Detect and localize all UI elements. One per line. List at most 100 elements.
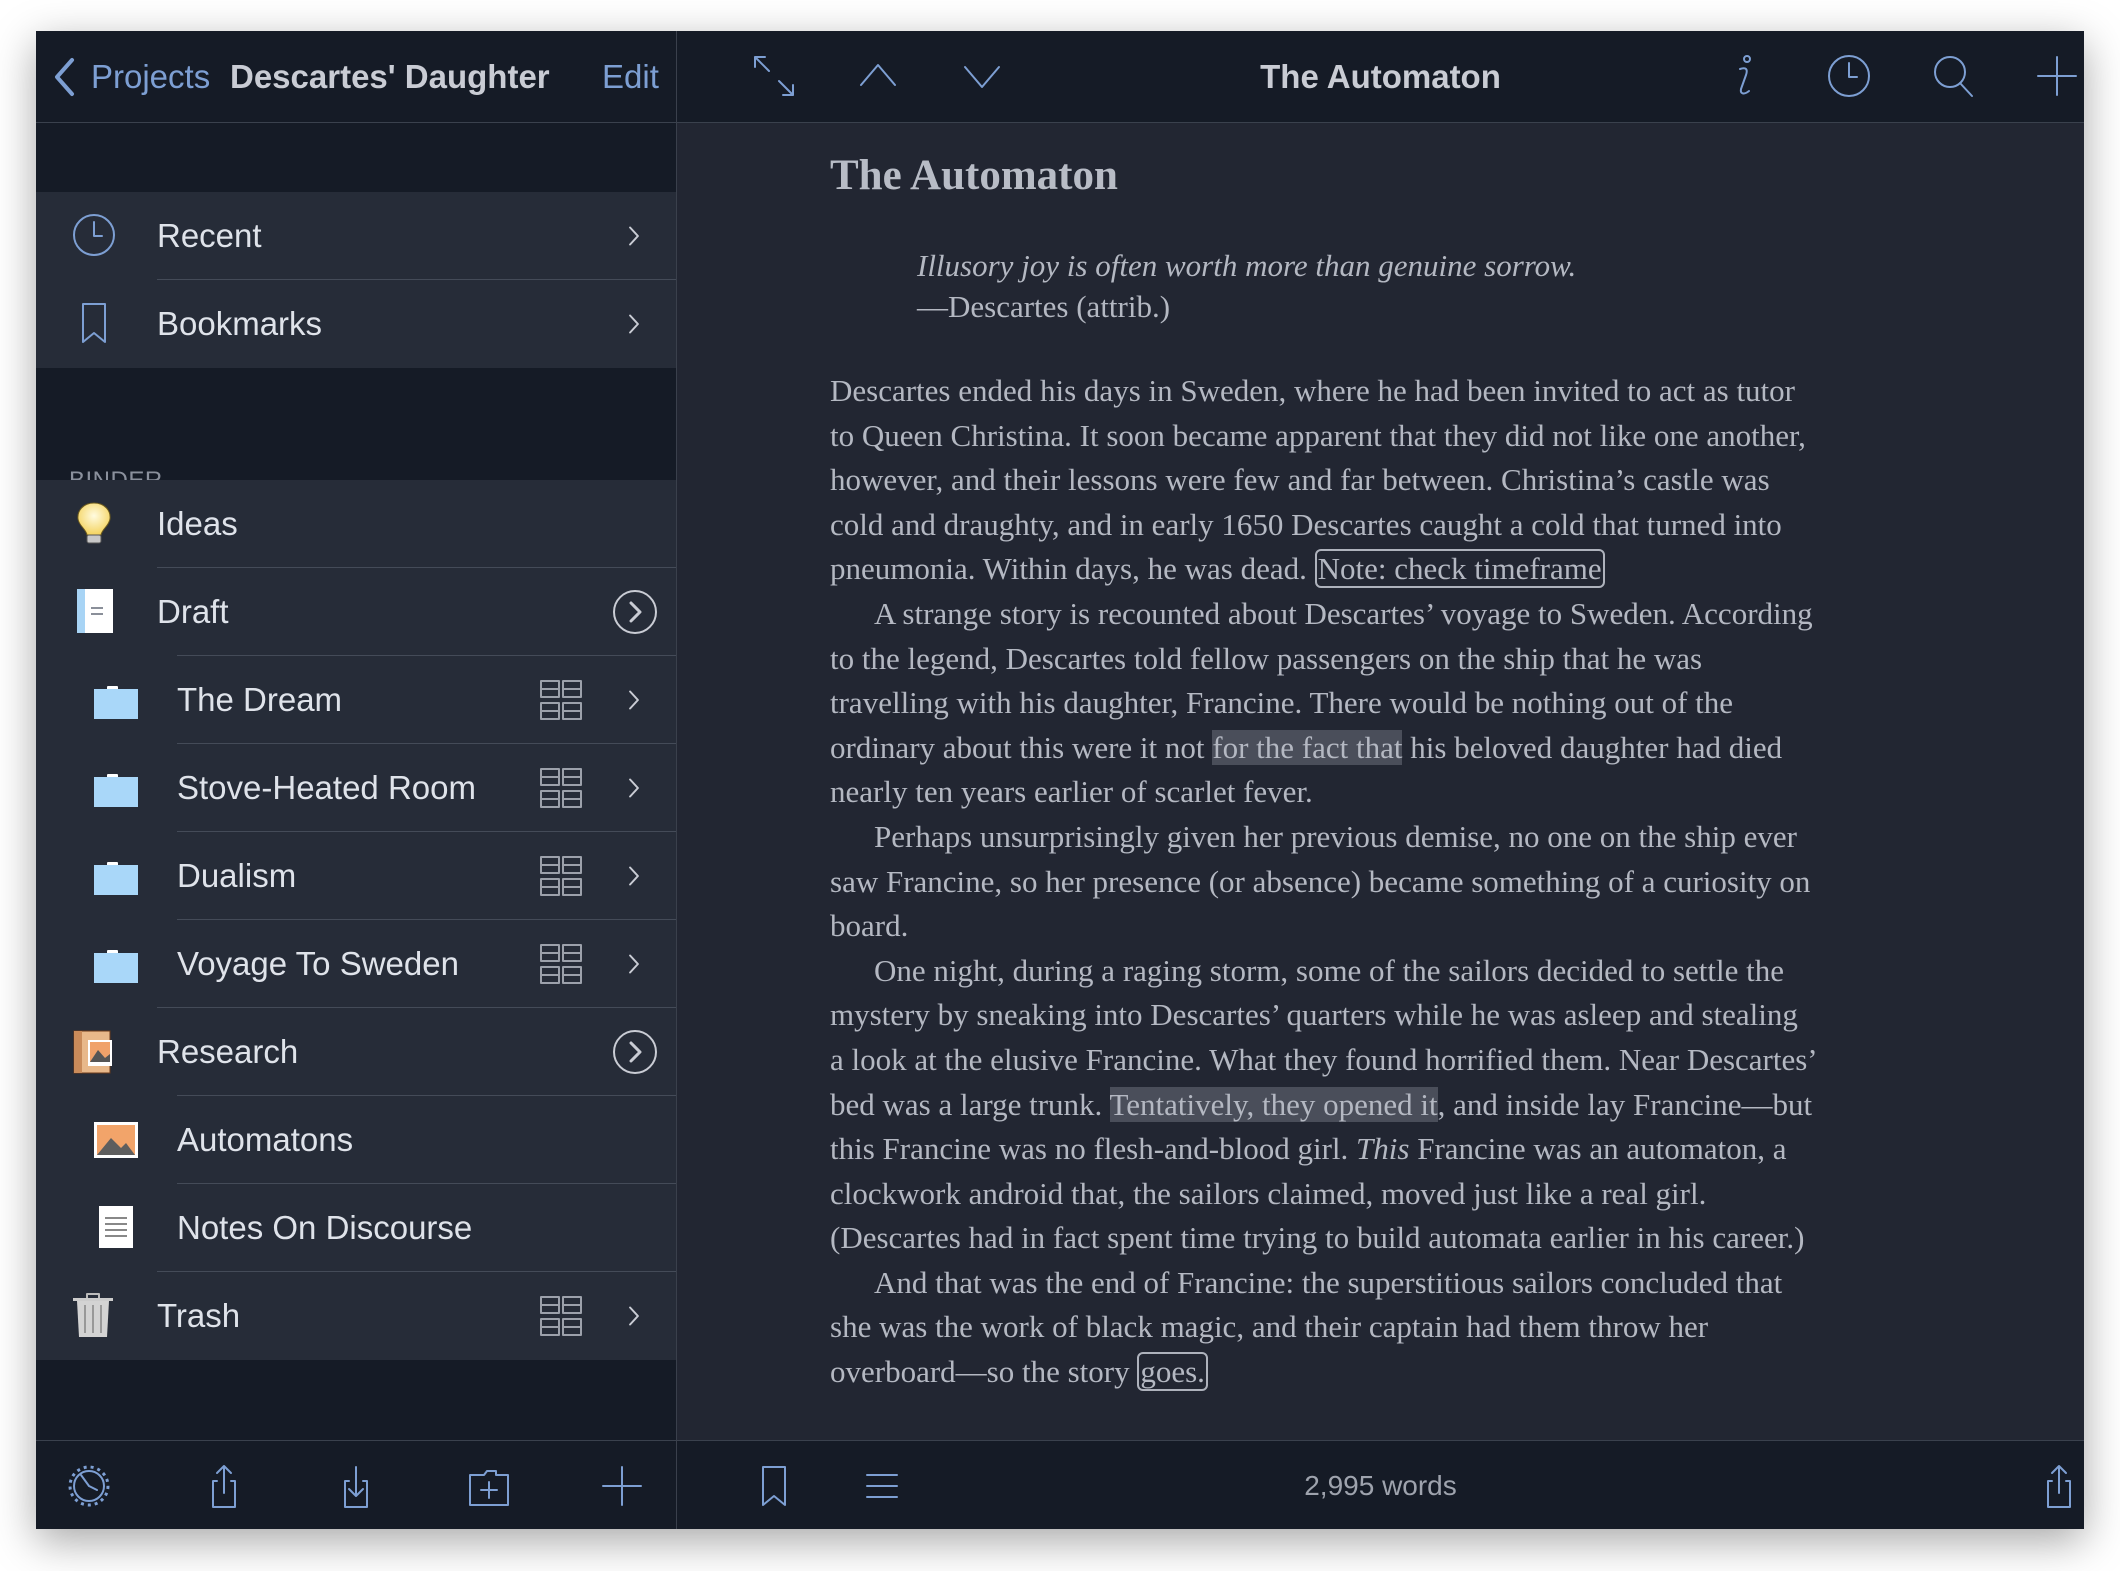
text-run: A strange story is recounted about Desca… (874, 595, 1813, 631)
sidebar-item-label: Draft (157, 593, 229, 630)
sidebar-item-the-dream[interactable]: The Dream (36, 656, 676, 744)
sidebar-item-recent[interactable]: Recent (36, 192, 676, 280)
grid-view-icon[interactable] (538, 853, 584, 899)
chevron-right-icon[interactable] (619, 941, 649, 987)
grid-view-icon[interactable] (538, 677, 584, 723)
sidebar-item-dualism[interactable]: Dualism (36, 832, 676, 920)
text-document-icon (92, 1204, 140, 1252)
chevron-down-icon[interactable] (959, 53, 1005, 99)
sidebar-item-voyage-to-sweden[interactable]: Voyage To Sweden (36, 920, 676, 1008)
text-line: however, and their lessons were few and … (830, 458, 1950, 503)
sidebar-item-label: The Dream (177, 681, 343, 718)
back-chevron-icon[interactable] (52, 57, 76, 97)
plus-icon[interactable] (2034, 53, 2080, 99)
chevron-up-icon[interactable] (855, 53, 901, 99)
share-icon[interactable] (2036, 1463, 2082, 1509)
edit-button[interactable]: Edit (602, 31, 659, 122)
expand-icon[interactable] (751, 53, 797, 99)
text-line: to the legend, Descartes told fellow pas… (830, 637, 1950, 682)
inline-note[interactable]: goes. (1137, 1352, 1208, 1392)
binder-sidebar: Projects Descartes' Daughter Edit Recent… (36, 31, 677, 1529)
chevron-right-icon[interactable] (619, 1293, 649, 1339)
grid-view-icon[interactable] (538, 941, 584, 987)
text-run: , and inside lay Francine—but (1437, 1086, 1813, 1122)
sidebar-item-label: Trash (157, 1297, 241, 1334)
chevron-right-icon[interactable] (619, 765, 649, 811)
document-editor[interactable]: The Automaton Illusory joy is often wort… (830, 151, 1950, 1395)
sidebar-item-label: Dualism (177, 857, 297, 894)
text-line: Perhaps unsurprisingly given her previou… (830, 815, 1950, 860)
text-line: saw Francine, so her presence (or absenc… (830, 860, 1950, 905)
share-icon[interactable] (201, 1463, 247, 1509)
bookmark-icon[interactable] (751, 1463, 797, 1509)
add-folder-icon[interactable] (466, 1463, 512, 1509)
bookmark-icon (71, 300, 119, 348)
folder-icon (92, 852, 140, 900)
folder-icon (92, 764, 140, 812)
chevron-right-icon[interactable] (619, 853, 649, 899)
editor-header: The Automaton (677, 31, 2084, 123)
import-icon[interactable] (333, 1463, 379, 1509)
text-run: his beloved daughter had died (1402, 729, 1783, 765)
text-line: a look at the elusive Francine. What the… (830, 1038, 1950, 1083)
clock-icon (71, 212, 119, 260)
text-run: to Queen Christina. It soon became appar… (830, 417, 1806, 453)
sidebar-item-trash[interactable]: Trash (36, 1272, 676, 1360)
epigraph-attribution: —Descartes (attrib.) (917, 289, 1171, 324)
text-run: she was the work of black magic, and the… (830, 1309, 1709, 1345)
text-line: this Francine was no flesh-and-blood gir… (830, 1127, 1950, 1172)
clock-icon[interactable] (1826, 53, 1872, 99)
gear-icon[interactable] (66, 1463, 112, 1509)
list-icon[interactable] (859, 1463, 905, 1509)
back-to-projects-button[interactable]: Projects (91, 31, 210, 122)
text-line: pneumonia. Within days, he was dead. Not… (830, 547, 1950, 592)
document-title: The Automaton (830, 152, 1118, 199)
sidebar-item-research[interactable]: Research (36, 1008, 676, 1096)
grid-view-icon[interactable] (538, 1293, 584, 1339)
sidebar-item-label: Bookmarks (157, 305, 323, 342)
info-icon[interactable] (1722, 53, 1768, 99)
sidebar-item-stove-heated-room[interactable]: Stove-Heated Room (36, 744, 676, 832)
project-title: Descartes' Daughter (230, 58, 550, 95)
text-run: this Francine was no flesh-and-blood gir… (830, 1131, 1357, 1167)
text-run: a look at the elusive Francine. What the… (830, 1041, 1818, 1077)
sidebar-item-label: Notes On Discourse (177, 1209, 473, 1246)
inline-note[interactable]: Note: check timeframe (1314, 549, 1605, 589)
text-run: nearly ten years earlier of scarlet feve… (830, 774, 1313, 810)
sidebar-item-label: Voyage To Sweden (177, 945, 459, 982)
plus-icon[interactable] (599, 1463, 645, 1509)
circle-chevron-icon[interactable] (612, 589, 658, 635)
text-run: Perhaps unsurprisingly given her previou… (874, 818, 1797, 854)
epigraph: Illusory joy is often worth more than ge… (917, 245, 1950, 327)
image-icon (92, 1116, 140, 1164)
sidebar-header: Projects Descartes' Daughter Edit (36, 31, 676, 123)
sidebar-item-bookmarks[interactable]: Bookmarks (36, 280, 676, 368)
text-run: pneumonia. Within days, he was dead. (830, 551, 1315, 587)
text-line: travelling with his daughter, Francine. … (830, 681, 1950, 726)
text-line: One night, during a raging storm, some o… (830, 949, 1950, 994)
sidebar-item-ideas[interactable]: Ideas (36, 480, 676, 568)
text-line: (Descartes had in fact spent time trying… (830, 1216, 1950, 1261)
grid-view-icon[interactable] (538, 765, 584, 811)
sidebar-item-label: Ideas (157, 505, 238, 542)
research-icon (71, 1028, 119, 1076)
text-run: board. (830, 908, 909, 944)
text-run: clockwork android that, the sailors clai… (830, 1175, 1707, 1211)
sidebar-item-label: Recent (157, 217, 262, 254)
chevron-right-icon[interactable] (619, 213, 649, 259)
text-run: travelling with his daughter, Francine. … (830, 685, 1734, 721)
circle-chevron-icon[interactable] (612, 1029, 658, 1075)
sidebar-item-notes-on-discourse[interactable]: Notes On Discourse (36, 1184, 676, 1272)
search-icon[interactable] (1930, 53, 1976, 99)
chevron-right-icon[interactable] (619, 677, 649, 723)
document-body[interactable]: Descartes ended his days in Sweden, wher… (830, 369, 1950, 1395)
highlighted-text: for the fact that (1212, 729, 1403, 765)
chevron-right-icon[interactable] (619, 301, 649, 347)
sidebar-item-automatons[interactable]: Automatons (36, 1096, 676, 1184)
app-window: Projects Descartes' Daughter Edit Recent… (36, 31, 2084, 1529)
text-run: One night, during a raging storm, some o… (874, 952, 1784, 988)
sidebar-item-draft[interactable]: Draft (36, 568, 676, 656)
text-line: bed was a large trunk. Tentatively, they… (830, 1083, 1950, 1128)
text-line: clockwork android that, the sailors clai… (830, 1172, 1950, 1217)
text-run: Descartes ended his days in Sweden, wher… (830, 373, 1795, 408)
